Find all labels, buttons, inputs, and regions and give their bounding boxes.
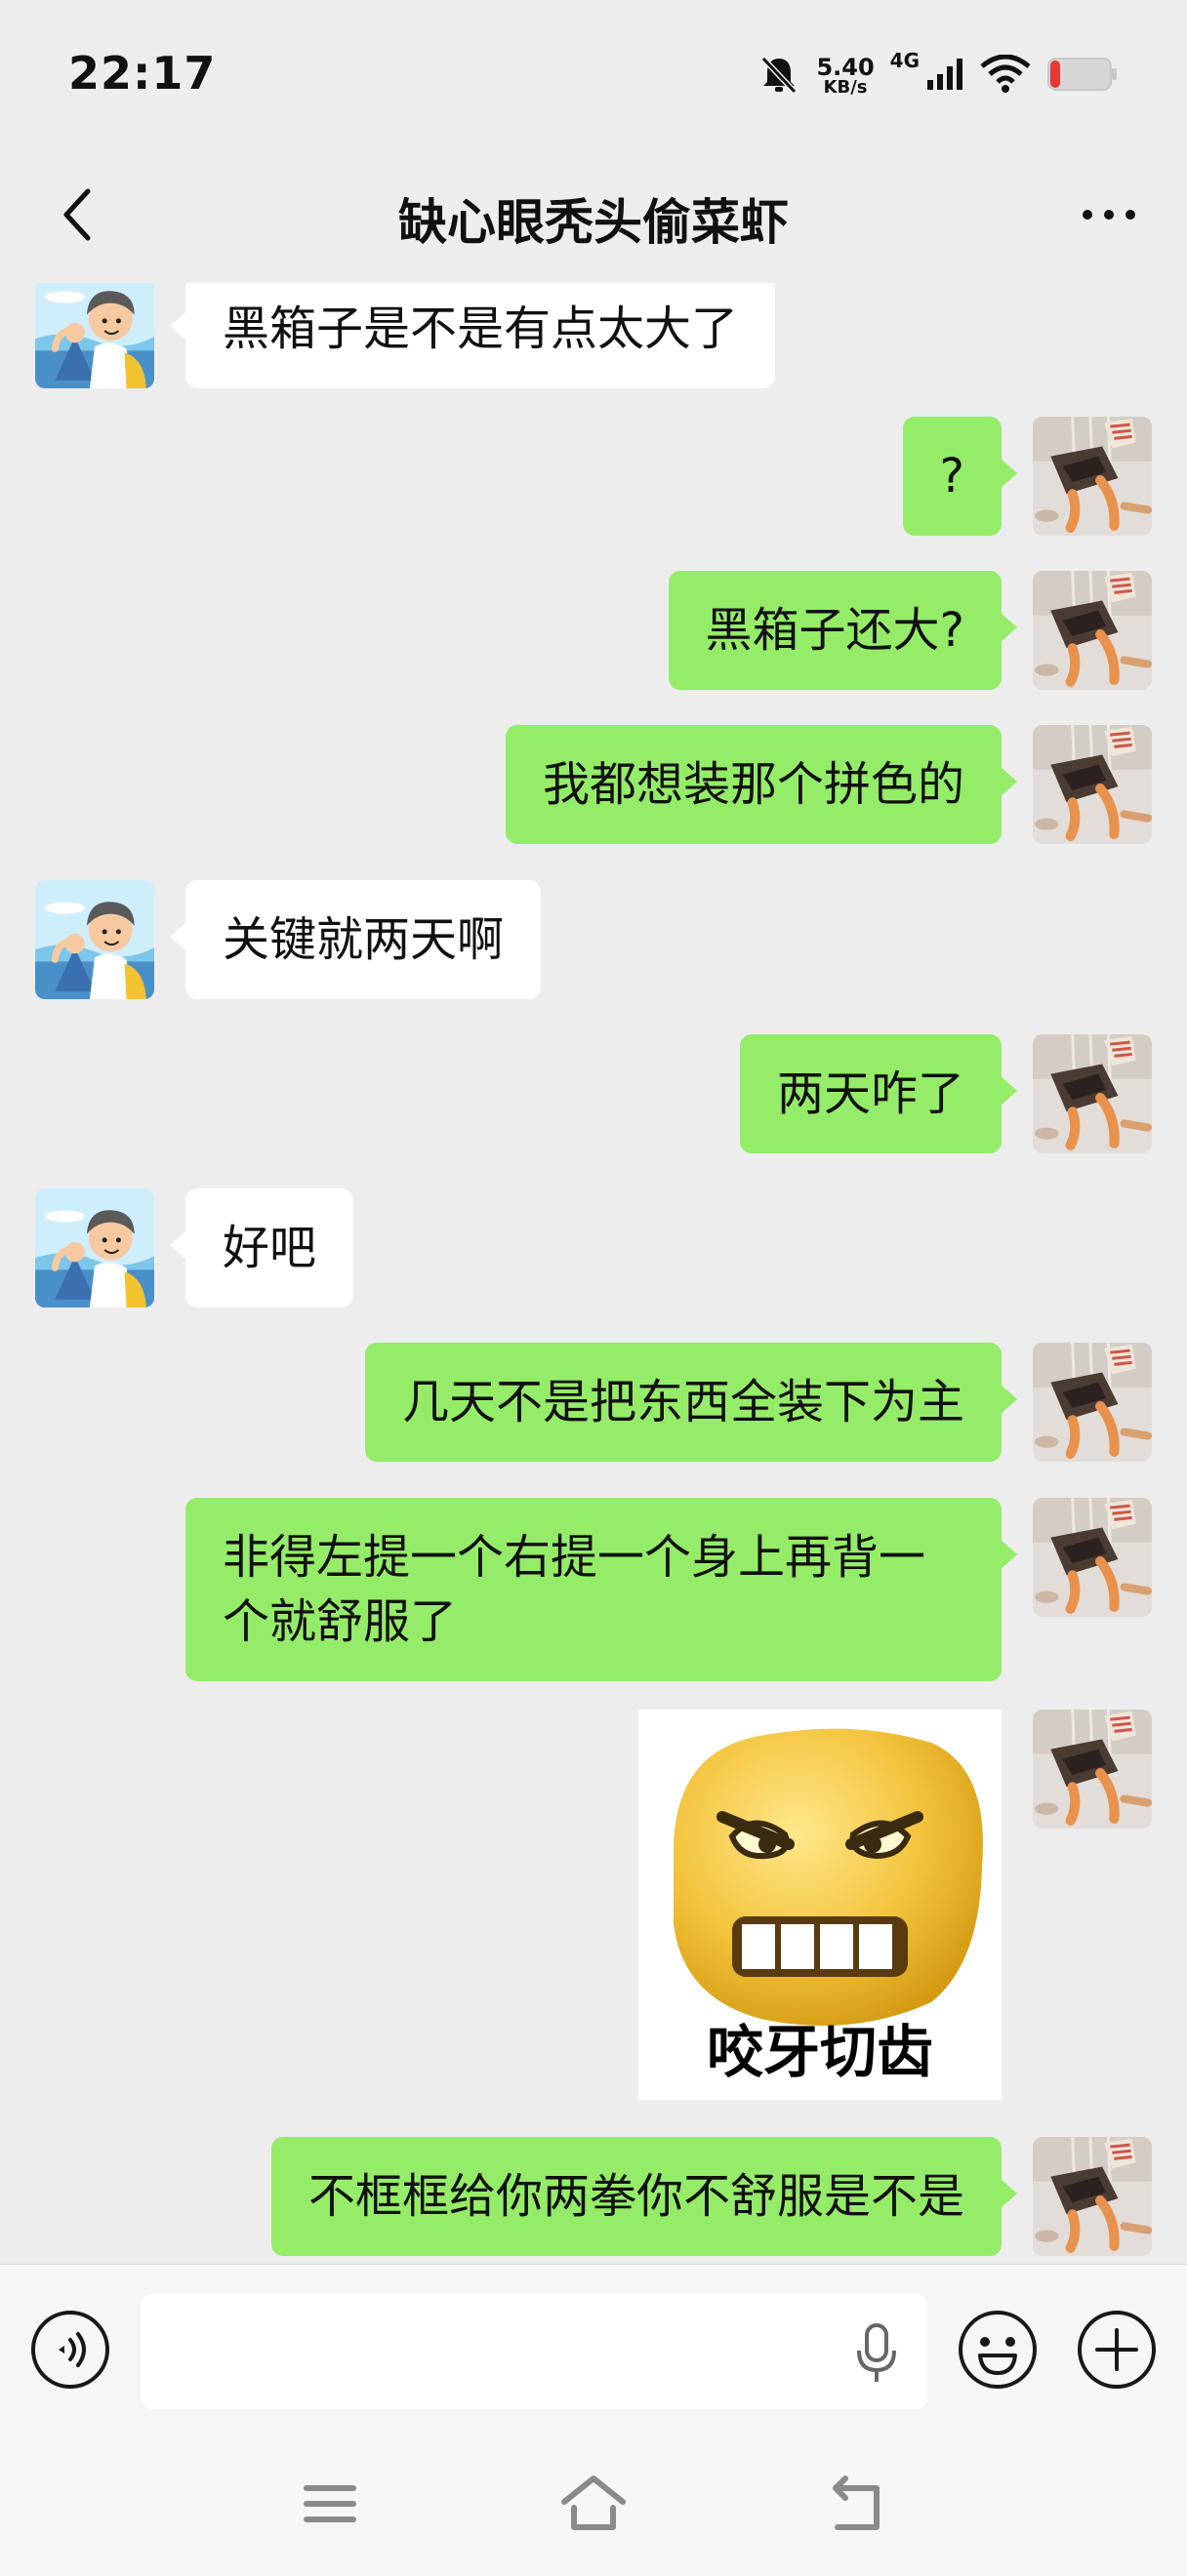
menu-button[interactable] <box>291 2469 369 2537</box>
message-bubble[interactable]: 黑箱子还大? <box>668 571 1018 690</box>
self-avatar[interactable] <box>1033 1034 1152 1153</box>
net-speed-unit: KB/s <box>823 77 868 98</box>
plus-button[interactable] <box>1076 2309 1158 2391</box>
mute-bell-icon <box>757 53 800 100</box>
status-time: 22:17 <box>68 47 217 100</box>
plus-icon <box>1078 2311 1156 2389</box>
voice-icon <box>31 2311 109 2389</box>
mic-icon[interactable] <box>847 2321 906 2386</box>
sticker-caption: 咬牙切齿 <box>706 2019 933 2085</box>
network-type: 4G <box>889 49 920 72</box>
friend-avatar[interactable] <box>35 283 154 388</box>
title-bar: 缺心眼秃头偷菜虾 <box>0 146 1187 283</box>
message-bubble[interactable]: 我都想装那个拼色的 <box>505 725 1018 844</box>
self-avatar[interactable] <box>1033 1498 1152 1617</box>
emoji-icon <box>959 2311 1037 2389</box>
chat-screen: 22:17 5.40 KB/s 4G 缺心眼秃头偷菜虾 黑箱子是不是有点太大了 … <box>0 0 1187 2576</box>
message-bubble[interactable]: 关键就两天啊 <box>169 880 542 999</box>
message-bubble[interactable]: 好吧 <box>169 1188 354 1308</box>
message-input[interactable] <box>141 2294 927 2409</box>
chat-title: 缺心眼秃头偷菜虾 <box>398 194 789 251</box>
self-avatar[interactable] <box>1033 2137 1152 2256</box>
signal-icon <box>925 57 964 96</box>
message-bubble[interactable]: 黑箱子是不是有点太大了 <box>169 283 776 388</box>
more-button[interactable] <box>1070 176 1148 254</box>
angry-face-sticker[interactable]: 咬牙切齿 <box>638 1710 1002 2100</box>
system-nav-bar <box>0 2430 1187 2576</box>
input-bar <box>0 2264 1187 2430</box>
back-nav-button[interactable] <box>818 2469 896 2537</box>
message-bubble[interactable]: 几天不是把东西全装下为主 <box>364 1343 1018 1462</box>
message-bubble[interactable]: 两天咋了 <box>739 1034 1018 1153</box>
self-avatar[interactable] <box>1033 417 1152 536</box>
self-avatar[interactable] <box>1033 1710 1152 1829</box>
wifi-icon <box>980 54 1031 98</box>
message-bubble[interactable]: ? <box>902 417 1018 536</box>
message-list[interactable]: 黑箱子是不是有点太大了 ? 黑箱子还大? 我都想装那个拼色的 关键就两天啊 两天… <box>0 283 1187 2264</box>
self-avatar[interactable] <box>1033 725 1152 844</box>
friend-avatar[interactable] <box>35 880 154 999</box>
more-dots-icon <box>1083 210 1135 220</box>
battery-low-icon <box>1046 55 1119 98</box>
back-nav-icon <box>833 2475 880 2530</box>
emoji-button[interactable] <box>957 2309 1039 2391</box>
friend-avatar[interactable] <box>35 1188 154 1308</box>
net-speed-value: 5.40 <box>816 54 875 81</box>
message-bubble[interactable]: 不框框给你两拳你不舒服是不是 <box>270 2137 1018 2256</box>
status-icons: 5.40 KB/s 4G <box>757 47 1119 105</box>
self-avatar[interactable] <box>1033 1343 1152 1462</box>
message-bubble[interactable]: 非得左提一个右提一个身上再背一个就舒服了 <box>185 1498 1017 1681</box>
net-speed: 5.40 KB/s <box>816 56 874 97</box>
self-avatar[interactable] <box>1033 571 1152 690</box>
home-button[interactable] <box>554 2469 633 2537</box>
status-bar: 22:17 5.40 KB/s 4G <box>0 0 1187 146</box>
voice-button[interactable] <box>29 2309 111 2391</box>
home-icon <box>561 2475 626 2530</box>
menu-icon <box>304 2485 356 2522</box>
